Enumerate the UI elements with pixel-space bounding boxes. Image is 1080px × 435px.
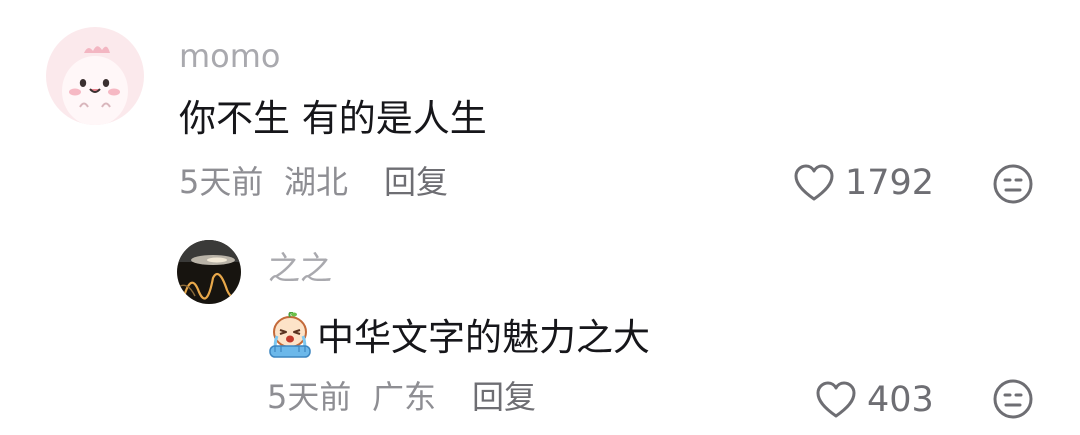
comment-reply-button[interactable]: 回复 [384, 166, 448, 198]
reply-like-button[interactable]: 403 [815, 380, 934, 420]
comment-like-count: 1792 [845, 162, 935, 203]
reply-like-count: 403 [867, 379, 934, 420]
reply-reply-button[interactable]: 回复 [472, 381, 536, 413]
heart-outline-icon [815, 380, 857, 420]
commenter-avatar[interactable] [46, 27, 144, 125]
comment-location: 湖北 [284, 163, 349, 201]
replier-avatar[interactable] [177, 240, 241, 304]
replier-username[interactable]: 之之 [268, 252, 332, 284]
reply-location: 广东 [372, 378, 437, 416]
commenter-username[interactable]: momo [179, 40, 281, 72]
comment-text: 你不生 有的是人生 [179, 97, 487, 140]
heart-outline-icon [793, 163, 835, 203]
comment-section: momo 你不生 有的是人生 5天前 湖北 回复 1792 之之 中华文字的魅力… [0, 0, 1080, 435]
reply-time: 5天前 [267, 378, 352, 416]
neutral-face-icon [992, 163, 1034, 205]
comment-dislike-button[interactable] [992, 163, 1034, 205]
comment-like-button[interactable]: 1792 [793, 163, 934, 203]
comment-time: 5天前 [179, 163, 264, 201]
reply-dislike-button[interactable] [992, 378, 1034, 420]
neutral-face-icon [992, 378, 1034, 420]
reply-text-line: 中华文字的魅力之大 [265, 311, 650, 364]
reply-text: 中华文字的魅力之大 [317, 316, 650, 359]
crying-emoji-icon [265, 311, 315, 364]
